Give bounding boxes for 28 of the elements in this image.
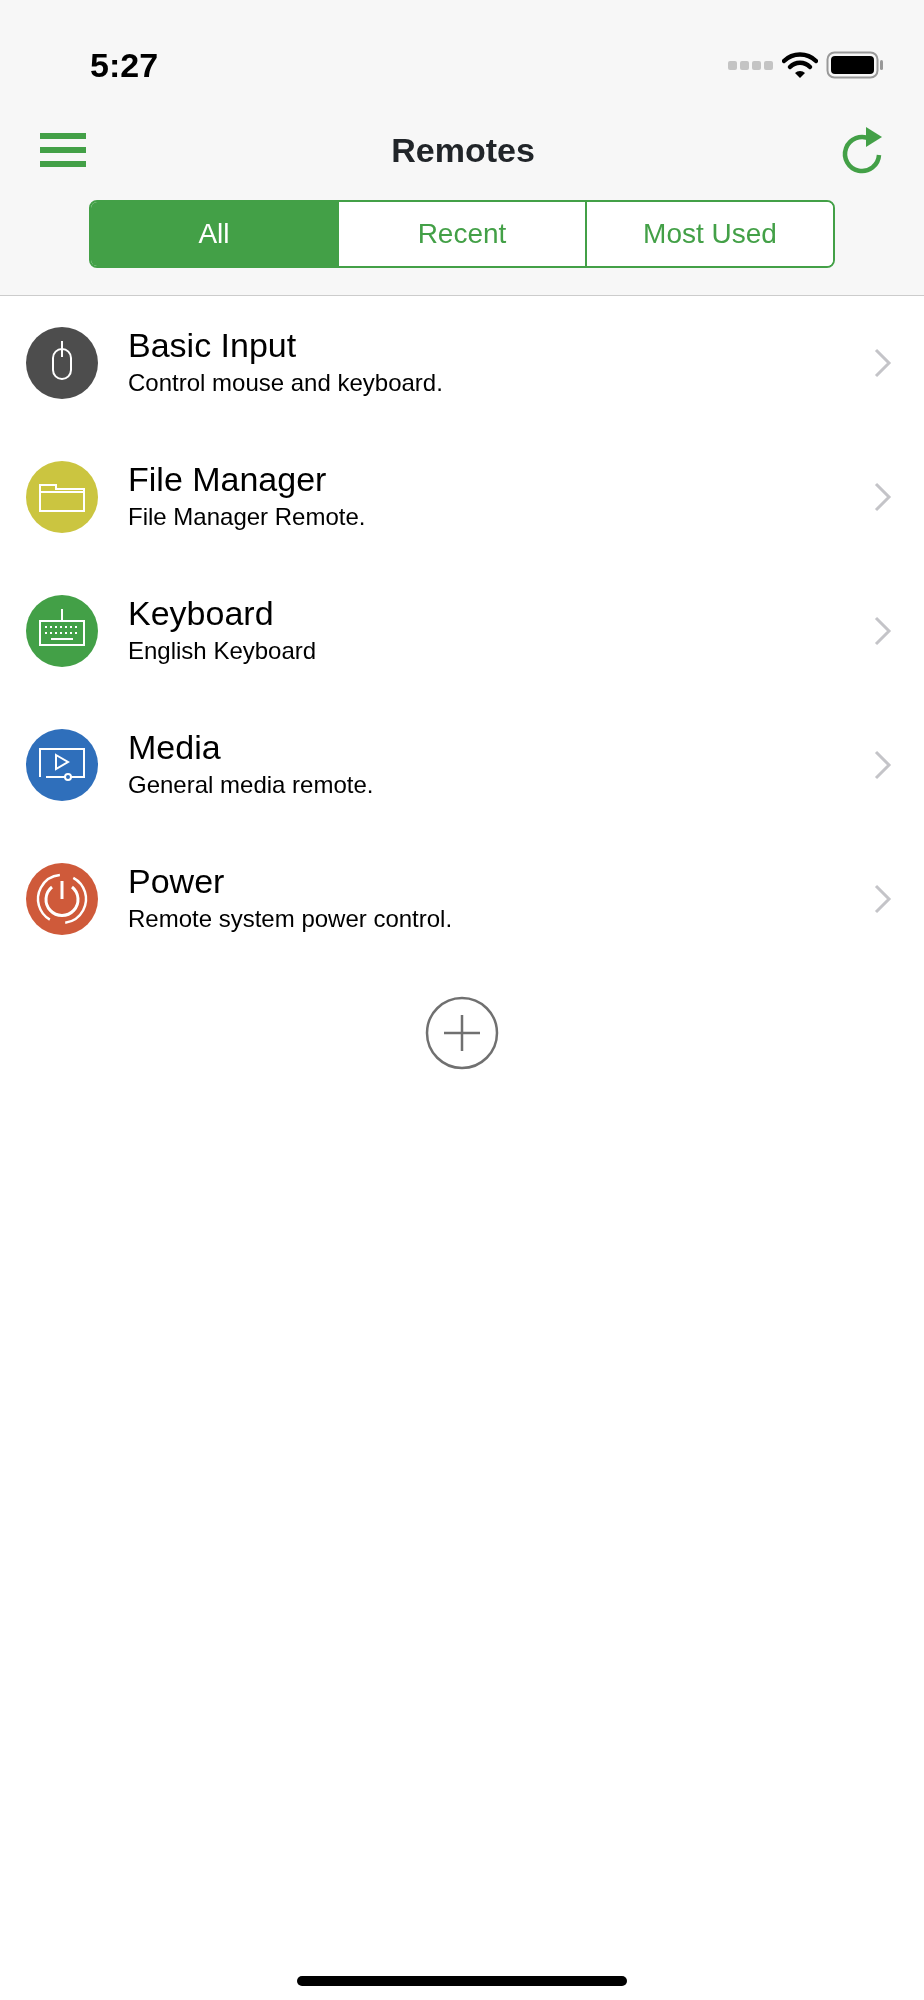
remote-list-item[interactable]: Keyboard English Keyboard: [0, 564, 924, 698]
remote-description: Remote system power control.: [128, 904, 454, 935]
remote-title: Media: [128, 726, 222, 768]
chevron-icon: [872, 481, 894, 513]
remote-list-item[interactable]: Basic Input Control mouse and keyboard.: [0, 296, 924, 430]
chevron-icon: [872, 749, 894, 781]
add-icon[interactable]: [425, 996, 499, 1070]
chevron-icon: [872, 347, 894, 379]
remote-list-item[interactable]: Power Remote system power control.: [0, 832, 924, 966]
chevron-icon: [872, 883, 894, 915]
remote-title: Power: [128, 860, 226, 902]
remote-description: Control mouse and keyboard.: [128, 368, 444, 399]
menu-icon[interactable]: [40, 133, 86, 167]
remote-title: Basic Input: [128, 324, 298, 366]
status-time: 5:27: [90, 44, 159, 86]
signal-icon: [728, 59, 774, 71]
remote-description: File Manager Remote.: [128, 502, 367, 533]
remote-list-item[interactable]: File Manager File Manager Remote.: [0, 430, 924, 564]
wifi-icon: [782, 51, 818, 79]
remote-title: File Manager: [128, 458, 328, 500]
screen-title: Remotes: [391, 129, 535, 171]
battery-icon: [826, 51, 884, 79]
remote-description: General media remote.: [128, 770, 375, 801]
remote-title: Keyboard: [128, 592, 275, 634]
remote-list-item[interactable]: Media General media remote.: [0, 698, 924, 832]
refresh-icon[interactable]: [840, 125, 884, 175]
chevron-icon: [872, 615, 894, 647]
remote-description: English Keyboard: [128, 636, 318, 667]
